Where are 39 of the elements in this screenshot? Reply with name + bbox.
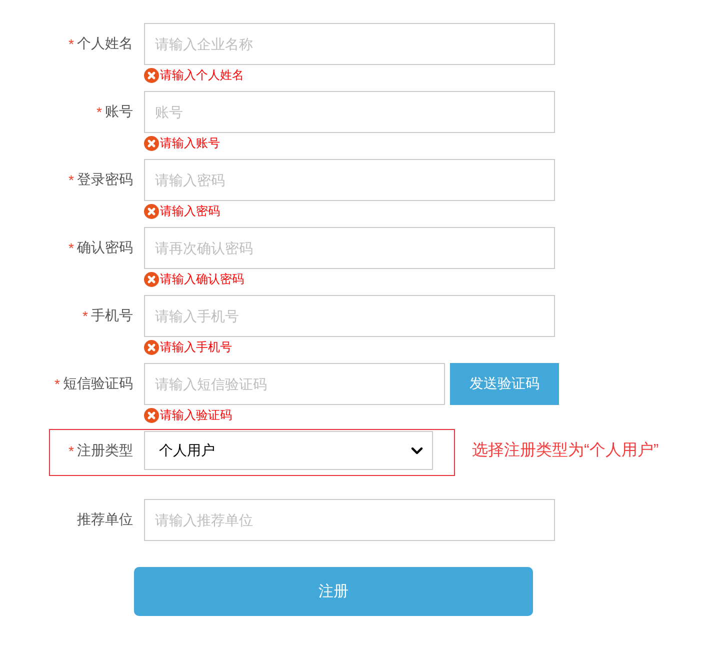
input-field[interactable]: 请输入手机号 [144, 295, 555, 337]
required-asterisk: * [82, 308, 88, 324]
register-button[interactable]: 注册 [134, 567, 533, 616]
required-asterisk: * [68, 172, 74, 188]
error-icon [144, 204, 159, 218]
field-label: 账号 [105, 103, 133, 121]
field-label: 短信验证码 [63, 375, 133, 393]
annotation-text: 选择注册类型为“个人用户” [472, 440, 659, 461]
input-field[interactable]: 请再次确认密码 [144, 227, 555, 269]
field-label: 确认密码 [77, 239, 133, 257]
input-field[interactable]: 请输入密码 [144, 159, 555, 201]
send-code-button[interactable]: 发送验证码 [450, 363, 559, 405]
error-message: 请输入密码 [160, 202, 220, 220]
field-label: 手机号 [91, 307, 133, 325]
field-label: 登录密码 [77, 171, 133, 189]
error-message: 请输入账号 [160, 134, 220, 152]
required-asterisk: * [68, 442, 74, 458]
error-icon [144, 408, 159, 422]
required-asterisk: * [68, 36, 74, 52]
required-asterisk: * [54, 376, 60, 392]
error-message: 请输入确认密码 [160, 270, 244, 288]
field-label: 个人姓名 [77, 35, 133, 53]
error-icon [144, 272, 159, 286]
select-field[interactable]: 个人用户 [144, 431, 433, 470]
input-field[interactable]: 请输入企业名称 [144, 23, 555, 65]
field-label: 注册类型 [77, 442, 133, 460]
input-field[interactable]: 请输入推荐单位 [144, 499, 555, 541]
chevron-down-icon [411, 446, 423, 454]
error-icon [144, 340, 159, 354]
required-asterisk: * [96, 104, 102, 120]
required-asterisk: * [68, 240, 74, 256]
error-message: 请输入个人姓名 [160, 66, 244, 84]
error-message: 请输入手机号 [160, 338, 232, 356]
field-label: 推荐单位 [77, 511, 133, 529]
input-field[interactable]: 账号 [144, 91, 555, 133]
error-message: 请输入验证码 [160, 406, 232, 424]
error-icon [144, 136, 159, 150]
error-icon [144, 68, 159, 82]
input-field[interactable]: 请输入短信验证码 [144, 363, 445, 405]
